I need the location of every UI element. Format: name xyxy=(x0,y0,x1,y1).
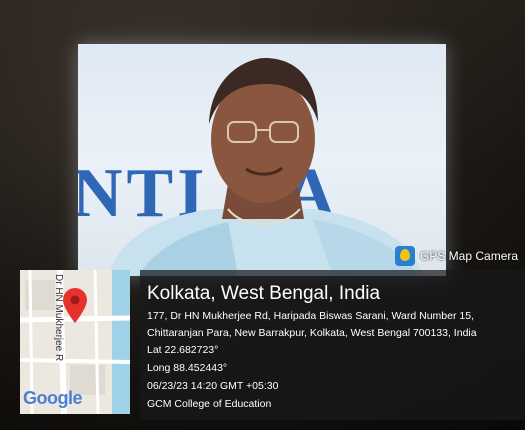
date-time: 06/23/23 14:20 GMT +05:30 xyxy=(147,380,279,392)
map-pin-icon xyxy=(395,246,415,266)
address-line-1: 177, Dr HN Mukherjee Rd, Haripada Biswas… xyxy=(147,310,474,322)
speaker-photo xyxy=(108,58,423,276)
app-badge: GPS Map Camera xyxy=(395,244,518,268)
latitude: Lat 22.682723° xyxy=(147,344,219,356)
location-note: GCM College of Education xyxy=(147,398,272,410)
photo-scene: NTI CA GPS Map Camera Dr HN Mukherjee R … xyxy=(0,0,525,430)
location-title: Kolkata, West Bengal, India xyxy=(147,283,381,304)
projector-screen: NTI CA xyxy=(78,44,446,276)
google-logo: Google xyxy=(23,388,83,408)
longitude: Long 88.452443° xyxy=(147,362,228,374)
address-line-2: Chittaranjan Para, New Barrakpur, Kolkat… xyxy=(147,327,477,339)
app-name: GPS Map Camera xyxy=(420,249,519,263)
location-pin-icon xyxy=(63,288,87,323)
